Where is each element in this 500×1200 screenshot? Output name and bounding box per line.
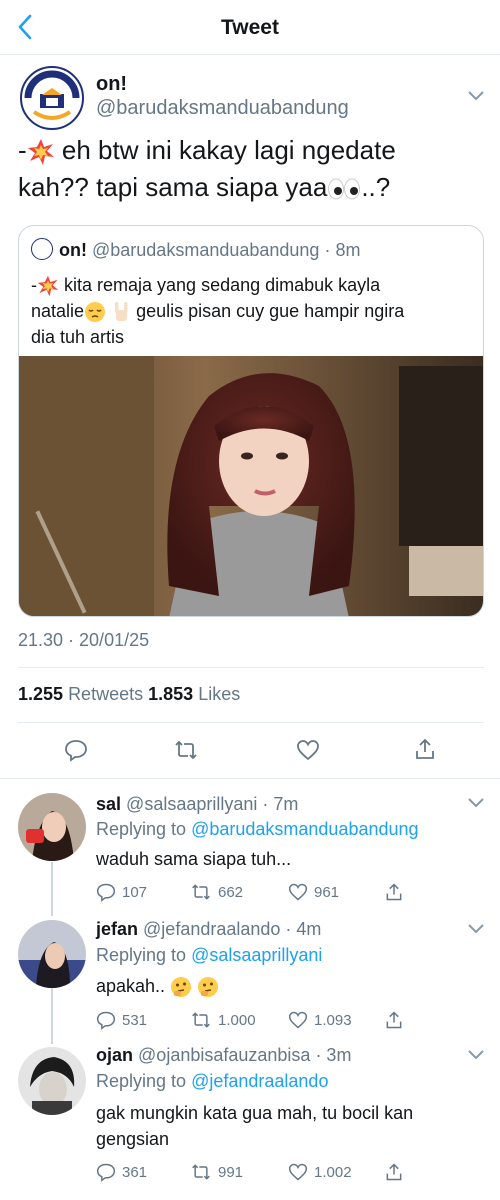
quoted-tweet[interactable]: on! @barudaksmanduabandung · 8m - kita r… <box>18 225 484 617</box>
chevron-down-icon[interactable] <box>467 1048 485 1062</box>
reply-actions: 107 662 961 <box>96 882 486 906</box>
retweet-icon[interactable] <box>174 738 198 762</box>
retweet-icon <box>192 1012 210 1028</box>
quote-author-name: on! <box>59 240 87 260</box>
reply-avatar[interactable] <box>18 1047 86 1115</box>
reply-author: jefan @jefandraalando · 4m <box>96 919 322 939</box>
avatar-image <box>18 793 86 861</box>
likes-label[interactable]: Likes <box>198 684 240 704</box>
avatar-image <box>18 920 86 988</box>
chevron-down-icon[interactable] <box>467 922 485 936</box>
reply-icon <box>96 1011 116 1030</box>
tweet-stats: 1.255 Retweets 1.853 Likes <box>18 684 240 705</box>
quote-text: - kita remaja yang sedang dimabuk kayla … <box>31 275 405 347</box>
quote-time: · 8m <box>324 240 361 260</box>
photo-image <box>19 356 483 616</box>
like-icon <box>288 1011 308 1029</box>
quote-header: on! @barudaksmanduabandung · 8m <box>31 238 360 261</box>
quote-photo[interactable] <box>19 356 483 616</box>
retweets-label[interactable]: Retweets <box>68 684 143 704</box>
reply-share-action[interactable] <box>384 882 404 902</box>
reply-actions: 361 991 1.002 <box>96 1162 486 1186</box>
replying-to: Replying to @salsaaprillyani <box>96 945 323 965</box>
school-logo <box>23 69 81 127</box>
thinking-face-emoji <box>171 977 192 998</box>
author-handle[interactable]: @barudaksmanduabandung <box>96 97 349 120</box>
reply-share-action[interactable] <box>384 1162 404 1182</box>
reply-like-action[interactable]: 1.002 <box>288 1162 352 1182</box>
reply-avatar[interactable] <box>18 793 86 861</box>
top-bar: Tweet <box>0 0 500 55</box>
replying-to: Replying to @jefandraalando <box>96 1071 329 1091</box>
pensive-face-emoji <box>85 302 106 323</box>
retweet-icon <box>192 884 210 900</box>
share-icon <box>386 1163 402 1181</box>
share-icon <box>386 1011 402 1029</box>
reply-comment-action[interactable]: 361 <box>96 1162 147 1182</box>
retweet-icon <box>192 1164 210 1180</box>
author-name[interactable]: on! <box>96 73 127 96</box>
reply-share-action[interactable] <box>384 1010 404 1030</box>
quote-author-handle: @barudaksmanduabandung <box>92 240 320 260</box>
reply-retweet-action[interactable]: 1.000 <box>190 1010 256 1030</box>
reply-icon <box>96 883 116 902</box>
chevron-down-icon[interactable] <box>467 796 485 810</box>
collision-emoji <box>27 139 54 166</box>
page-title: Tweet <box>221 16 279 39</box>
share-icon[interactable] <box>413 737 437 761</box>
reply-like-action[interactable]: 961 <box>288 882 339 902</box>
reply-comment-action[interactable]: 107 <box>96 882 147 902</box>
reply-text: apakah.. <box>96 973 476 999</box>
reply-retweet-action[interactable]: 662 <box>190 882 243 902</box>
reply-icon <box>96 1163 116 1182</box>
share-icon <box>386 883 402 901</box>
divider <box>18 667 484 668</box>
retweet-count[interactable]: 1.255 <box>18 684 63 704</box>
tweet-actions <box>0 735 500 767</box>
reply-retweet-action[interactable]: 991 <box>190 1162 243 1182</box>
reply-actions: 531 1.000 1.093 <box>96 1010 486 1034</box>
like-count[interactable]: 1.853 <box>148 684 193 704</box>
reply-icon[interactable] <box>64 738 88 762</box>
chevron-down-icon[interactable] <box>467 89 485 103</box>
tweet-timestamp: 21.30 · 20/01/25 <box>18 630 150 650</box>
eyes-emoji <box>328 178 361 200</box>
reply-author: ojan @ojanbisafauzanbisa · 3m <box>96 1045 352 1065</box>
reply-author: sal @salsaaprillyani · 7m <box>96 794 299 814</box>
quote-avatar <box>31 238 53 260</box>
divider <box>18 722 484 723</box>
sign-of-horns-emoji <box>115 302 128 322</box>
reply-comment-action[interactable]: 531 <box>96 1010 147 1030</box>
author-avatar[interactable] <box>20 66 84 130</box>
mention-link[interactable]: @salsaaprillyani <box>191 945 322 965</box>
replying-to: Replying to @barudaksmanduabandung <box>96 819 419 839</box>
mention-link[interactable]: @barudaksmanduabandung <box>191 819 418 839</box>
tweet-text: - eh btw ini kakay lagi ngedate kah?? ta… <box>18 135 396 202</box>
reply-tweet[interactable]: sal @salsaaprillyani · 7m Replying to @b… <box>0 778 500 914</box>
like-icon[interactable] <box>296 738 320 762</box>
reply-text: waduh sama siapa tuh... <box>96 849 292 869</box>
reply-tweet[interactable]: ojan @ojanbisafauzanbisa · 3m Replying t… <box>0 1040 500 1200</box>
reply-tweet[interactable]: jefan @jefandraalando · 4m Replying to @… <box>0 914 500 1040</box>
reply-like-action[interactable]: 1.093 <box>288 1010 352 1030</box>
mention-link[interactable]: @jefandraalando <box>191 1071 328 1091</box>
avatar-image <box>18 1047 86 1115</box>
thinking-face-emoji <box>198 977 219 998</box>
like-icon <box>288 1163 308 1181</box>
collision-emoji <box>37 276 59 297</box>
reply-text: gak mungkin kata gua mah, tu bocil kan g… <box>96 1103 414 1149</box>
like-icon <box>288 883 308 901</box>
reply-avatar[interactable] <box>18 920 86 988</box>
